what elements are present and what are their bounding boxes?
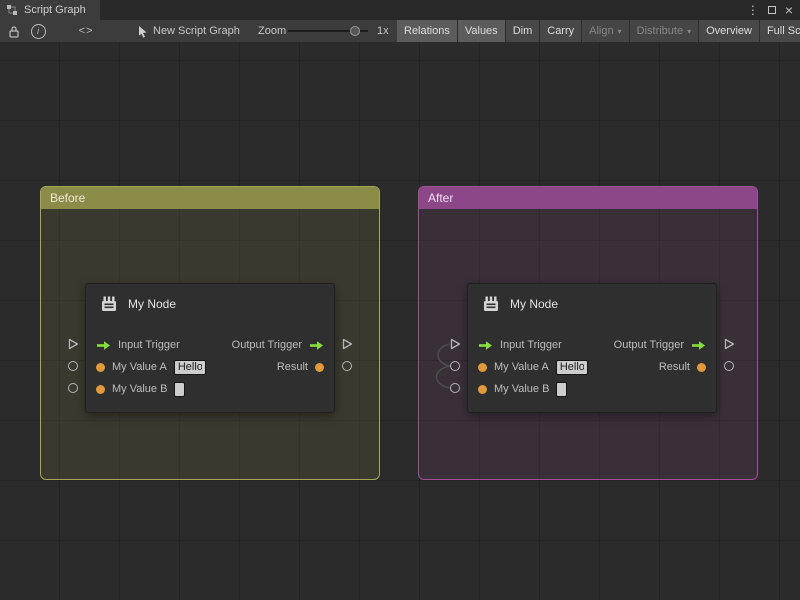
- maximize-icon[interactable]: [768, 6, 776, 14]
- value-a-dot-icon[interactable]: [478, 363, 487, 372]
- lock-icon[interactable]: [4, 20, 24, 42]
- flow-output-port[interactable]: [341, 338, 353, 350]
- value-b-dot-icon[interactable]: [96, 385, 105, 394]
- value-a-label: My Value A: [494, 361, 549, 373]
- value-a-label: My Value A: [112, 361, 167, 373]
- script-graph-window: Script Graph ⋮ × i <> New Script Graph Z…: [0, 0, 800, 600]
- value-b-port[interactable]: [68, 383, 78, 393]
- script-graph-icon: [6, 4, 18, 16]
- flow-in-icon[interactable]: [96, 340, 111, 351]
- node-icon: [481, 294, 501, 314]
- result-port[interactable]: [342, 361, 352, 371]
- flow-input-port[interactable]: [449, 338, 461, 350]
- input-trigger-label: Input Trigger: [118, 339, 180, 351]
- input-trigger-label: Input Trigger: [500, 339, 562, 351]
- result-row: Result: [659, 359, 706, 375]
- graph-canvas[interactable]: Before After: [0, 42, 800, 600]
- value-b-input[interactable]: [556, 382, 567, 397]
- node-title: My Node: [128, 297, 176, 311]
- output-trigger-row: Output Trigger: [614, 337, 706, 353]
- flow-output-port[interactable]: [723, 338, 735, 350]
- flow-out-icon[interactable]: [691, 340, 706, 351]
- value-a-port[interactable]: [68, 361, 78, 371]
- value-a-input[interactable]: [174, 360, 206, 375]
- flow-out-icon[interactable]: [309, 340, 324, 351]
- distribute-label: Distribute: [637, 25, 683, 37]
- zoom-slider[interactable]: [288, 20, 370, 42]
- graph-pointer-icon: [134, 20, 150, 42]
- relations-button[interactable]: Relations: [397, 20, 458, 42]
- overview-button[interactable]: Overview: [699, 20, 760, 42]
- value-b-input[interactable]: [174, 382, 185, 397]
- flow-in-icon[interactable]: [478, 340, 493, 351]
- group-before-title: Before: [50, 191, 85, 205]
- fullscreen-label: Full Scr: [767, 25, 800, 37]
- result-label: Result: [277, 361, 308, 373]
- flow-input-port[interactable]: [67, 338, 79, 350]
- dim-button[interactable]: Dim: [506, 20, 541, 42]
- tab-script-graph[interactable]: Script Graph: [0, 0, 100, 20]
- close-icon[interactable]: ×: [785, 3, 793, 17]
- node-header[interactable]: My Node: [99, 294, 176, 314]
- value-b-label: My Value B: [494, 383, 549, 395]
- dim-label: Dim: [513, 25, 533, 37]
- value-a-row: My Value A: [96, 359, 206, 375]
- group-before-header[interactable]: Before: [41, 187, 379, 209]
- node-my-node-after[interactable]: My Node Input Trigger Output Trigger My …: [467, 283, 717, 413]
- output-trigger-label: Output Trigger: [232, 339, 302, 351]
- zoom-slider-handle[interactable]: [350, 26, 360, 36]
- input-trigger-row: Input Trigger: [478, 337, 562, 353]
- overview-label: Overview: [706, 25, 752, 37]
- zoom-value: 1x: [377, 20, 389, 42]
- graph-toolbar: i <> New Script Graph Zoom 1x Relations …: [0, 20, 800, 43]
- value-a-row: My Value A: [478, 359, 588, 375]
- result-label: Result: [659, 361, 690, 373]
- node-my-node-before[interactable]: My Node Input Trigger Output Trigger My …: [85, 283, 335, 413]
- relations-label: Relations: [404, 25, 450, 37]
- value-a-port[interactable]: [450, 361, 460, 371]
- carry-button[interactable]: Carry: [540, 20, 582, 42]
- result-dot-icon[interactable]: [697, 363, 706, 372]
- group-after-title: After: [428, 191, 453, 205]
- zoom-label: Zoom: [258, 20, 286, 42]
- kebab-menu-icon[interactable]: ⋮: [747, 4, 759, 16]
- code-view-icon[interactable]: <>: [74, 20, 98, 42]
- group-after-header[interactable]: After: [419, 187, 757, 209]
- window-controls: ⋮ ×: [747, 0, 800, 20]
- result-dot-icon[interactable]: [315, 363, 324, 372]
- distribute-button[interactable]: Distribute ▾: [630, 20, 699, 42]
- align-button[interactable]: Align ▾: [582, 20, 629, 42]
- fullscreen-button[interactable]: Full Scr: [760, 20, 800, 42]
- graph-name[interactable]: New Script Graph: [153, 20, 240, 42]
- info-icon[interactable]: i: [28, 20, 48, 42]
- node-title: My Node: [510, 297, 558, 311]
- result-port[interactable]: [724, 361, 734, 371]
- result-row: Result: [277, 359, 324, 375]
- value-b-row: My Value B: [96, 381, 185, 397]
- chevron-down-icon: ▾: [618, 27, 622, 36]
- input-trigger-row: Input Trigger: [96, 337, 180, 353]
- tab-bar: Script Graph ⋮ ×: [0, 0, 800, 20]
- node-header[interactable]: My Node: [481, 294, 558, 314]
- align-label: Align: [589, 25, 613, 37]
- carry-label: Carry: [547, 25, 574, 37]
- output-trigger-label: Output Trigger: [614, 339, 684, 351]
- value-b-label: My Value B: [112, 383, 167, 395]
- tab-title: Script Graph: [24, 4, 86, 16]
- values-label: Values: [465, 25, 498, 37]
- value-b-row: My Value B: [478, 381, 567, 397]
- toolbar-buttons: Relations Values Dim Carry Align ▾ Distri…: [397, 20, 800, 42]
- values-button[interactable]: Values: [458, 20, 506, 42]
- output-trigger-row: Output Trigger: [232, 337, 324, 353]
- value-a-input[interactable]: [556, 360, 588, 375]
- value-a-dot-icon[interactable]: [96, 363, 105, 372]
- value-b-dot-icon[interactable]: [478, 385, 487, 394]
- value-b-port[interactable]: [450, 383, 460, 393]
- chevron-down-icon: ▾: [687, 27, 691, 36]
- node-icon: [99, 294, 119, 314]
